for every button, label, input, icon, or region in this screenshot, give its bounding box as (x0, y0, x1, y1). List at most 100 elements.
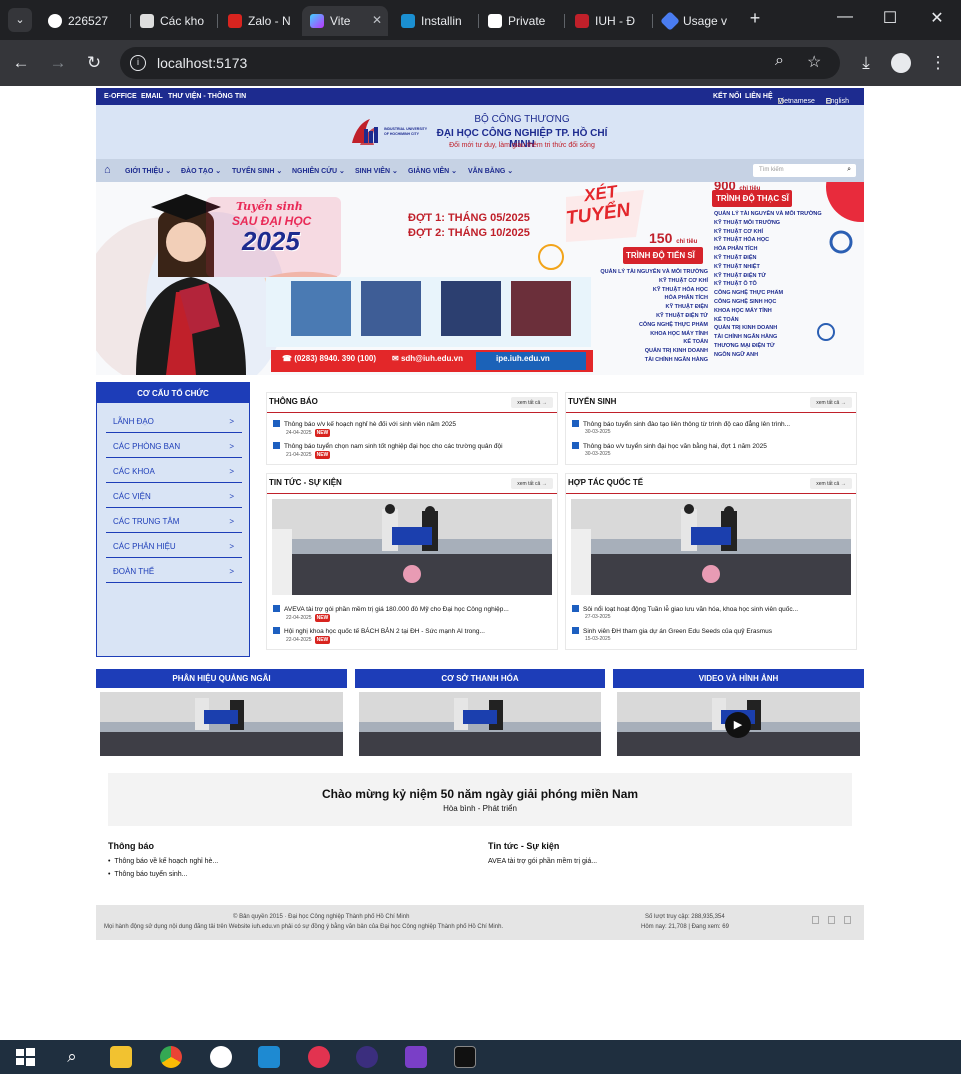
browser-tab[interactable]: Installin (393, 6, 473, 36)
browser-tab[interactable]: Các kho (132, 6, 212, 36)
terminal-icon[interactable] (454, 1046, 476, 1068)
news-item[interactable]: Thông báo v/v kế hoạch nghỉ hè đối với s… (273, 420, 553, 428)
banner-major-item: CÔNG NGHỆ THỰC PHẨM (714, 290, 784, 297)
eclipse-icon[interactable] (356, 1046, 378, 1068)
campus-photo[interactable] (359, 692, 601, 756)
nav-nghien-cuu[interactable]: NGHIÊN CỨU ⌄ (292, 167, 345, 175)
banner-major-item: NGÔN NGỮ ANH (714, 351, 759, 358)
iuh-icon (575, 14, 589, 28)
windows-start-icon[interactable] (14, 1046, 36, 1068)
nav-dao-tao[interactable]: ĐÀO TẠO ⌄ (181, 167, 221, 175)
banner-major-item: KỸ THUẬT ĐIỆN (714, 254, 757, 261)
back-icon[interactable]: ← (10, 52, 32, 74)
minimize-icon[interactable]: — (830, 8, 860, 26)
nav-gioi-thieu[interactable]: GIỚI THIỆU ⌄ (125, 167, 171, 175)
news-item[interactable]: Hội nghị khoa học quốc tế BÁCH BẢN 2 tại… (273, 627, 553, 635)
chrome-icon[interactable] (160, 1046, 182, 1068)
play-button-icon[interactable]: ▶ (725, 712, 751, 738)
link-email[interactable]: EMAIL (141, 93, 163, 100)
forward-icon[interactable]: → (47, 52, 69, 74)
news-item[interactable]: Thông báo tuyển sinh đào tạo liên thông … (572, 420, 852, 428)
section-co-so-thanh-hoa[interactable]: CƠ SỞ THANH HÓA (355, 669, 605, 688)
sidebar-item-doan-the[interactable]: ĐOÀN THỂ > (106, 559, 242, 583)
zoom-icon[interactable]: ⌕ (775, 52, 784, 70)
news-item[interactable]: Thông báo tuyển chọn nam sinh tốt nghiệp… (273, 442, 553, 450)
square-bullet-icon (572, 627, 579, 634)
social-icon[interactable] (828, 916, 835, 924)
nav-giang-vien[interactable]: GIẢNG VIÊN ⌄ (408, 167, 457, 175)
footer-news-link[interactable]: AVEA tài trợ gói phần mềm trị giá... (488, 858, 597, 865)
browser-tab[interactable]: Zalo - N (220, 6, 300, 36)
view-all-button[interactable]: xem tất cả → (810, 478, 852, 489)
link-eoffice[interactable]: E-OFFICE (104, 93, 137, 100)
news-item[interactable]: Sôi nổi loạt hoạt động Tuần lễ giao lưu … (572, 605, 852, 613)
view-all-button[interactable]: xem tất cả → (511, 478, 553, 489)
close-window-icon[interactable]: ✕ (922, 8, 952, 28)
reload-icon[interactable]: ↻ (83, 52, 105, 74)
sidebar-item-phong-ban[interactable]: CÁC PHÒNG BAN > (106, 434, 242, 458)
banner-major-item: KỸ THUẬT ĐIỆN (665, 304, 708, 311)
browser-tab[interactable]: 226527 (40, 6, 120, 36)
zalo-icon (228, 14, 242, 28)
banner-major-item: HÓA PHÂN TÍCH (714, 246, 758, 253)
news-item[interactable]: Sinh viên ĐH tham gia dự án Green Edu Se… (572, 627, 852, 635)
home-icon[interactable]: ⌂ (104, 164, 111, 176)
sidebar-item-vien[interactable]: CÁC VIỆN > (106, 484, 242, 508)
nav-sinh-vien[interactable]: SINH VIÊN ⌄ (355, 167, 398, 175)
banner-major-item: QUẢN TRỊ KINH DOANH (714, 325, 778, 332)
nav-van-bang[interactable]: VĂN BẰNG ⌄ (468, 167, 513, 175)
section-phan-hieu-quang-ngai[interactable]: PHÂN HIỆU QUẢNG NGÃI (96, 669, 347, 688)
social-icon[interactable] (812, 916, 819, 924)
footer-notice-link[interactable]: • Thông báo về kế hoạch nghỉ hè... (108, 858, 218, 865)
browser-tab[interactable]: IUH - Đ (567, 6, 647, 36)
sidebar-item-khoa[interactable]: CÁC KHOA > (106, 459, 242, 483)
banner-major-item: KHOA HỌC MÁY TÍNH (650, 330, 708, 337)
section-video-hinh-anh[interactable]: VIDEO VÀ HÌNH ẢNH (613, 669, 864, 688)
menu-kebab-icon[interactable]: ⋮ (927, 52, 949, 74)
social-icon[interactable] (844, 916, 851, 924)
address-bar[interactable]: i localhost:5173 ⌕ ☆ (120, 47, 840, 79)
link-contact[interactable]: LIÊN HỆ (745, 93, 773, 100)
file-explorer-icon[interactable] (110, 1046, 132, 1068)
iuh-logo[interactable]: INDUSTRIAL UNIVERSITY OF HOCHIMINH CITY (350, 117, 428, 149)
news-item[interactable]: Thông báo v/v tuyển sinh đại học văn bằn… (572, 442, 852, 450)
new-tab-icon[interactable]: + (740, 8, 770, 29)
hero-banner[interactable]: Tuyển sinh SAU ĐẠI HỌC 2025 ĐỢT 1: THÁNG… (96, 182, 864, 375)
profile-avatar[interactable] (891, 53, 911, 73)
banner-major-item: KỸ THUẬT ĐIỆN TỬ (656, 312, 708, 319)
footer-notice-link[interactable]: • Thông báo tuyển sinh... (108, 871, 188, 878)
visual-studio-icon[interactable] (405, 1046, 427, 1068)
view-all-button[interactable]: xem tất cả → (810, 397, 852, 408)
section-title: TUYỂN SINH (568, 397, 617, 406)
tab-search-button[interactable]: ⌄ (8, 8, 32, 32)
site-info-icon[interactable]: i (130, 55, 146, 71)
video-thumbnail[interactable]: ▶ (617, 692, 860, 756)
maximize-icon[interactable]: ☐ (875, 8, 905, 28)
banner-major-item: TÀI CHÍNH NGÂN HÀNG (714, 334, 778, 341)
header-ministry: BỘ CÔNG THƯƠNG (474, 114, 570, 125)
taskbar-search-icon[interactable]: ⌕ (61, 1046, 83, 1068)
news-photo[interactable] (571, 499, 851, 595)
browser-tab[interactable]: Private (480, 6, 560, 36)
browser-tab[interactable]: Usage v (655, 6, 735, 36)
link-library[interactable]: THƯ VIỆN - THÔNG TIN (168, 93, 246, 100)
banner-year: 2025 (242, 226, 300, 256)
news-item[interactable]: AVEVA tài trợ gói phần mềm trị giá 180.0… (273, 605, 553, 613)
close-tab-icon[interactable]: ✕ (372, 13, 382, 27)
site-search-input[interactable]: Tìm kiếm ⌕ (753, 164, 856, 177)
link-connect[interactable]: KẾT NỐI (713, 93, 741, 100)
campus-photo[interactable] (100, 692, 343, 756)
vscode-icon[interactable] (258, 1046, 280, 1068)
sidebar-item-lanh-dao[interactable]: LÃNH ĐẠO > (106, 409, 242, 433)
sidebar-item-trung-tam[interactable]: CÁC TRUNG TÂM > (106, 509, 242, 533)
download-icon[interactable]: ⤓ (855, 52, 877, 74)
view-all-button[interactable]: xem tất cả → (511, 397, 553, 408)
news-photo[interactable] (272, 499, 552, 595)
nav-tuyen-sinh[interactable]: TUYỂN SINH ⌄ (232, 167, 282, 175)
sidebar-item-phan-hieu[interactable]: CÁC PHÂN HIỆU > (106, 534, 242, 558)
app-icon[interactable] (308, 1046, 330, 1068)
browser-tab-active[interactable]: Vite ✕ (302, 6, 388, 36)
bookmark-star-icon[interactable]: ☆ (807, 52, 821, 72)
search-icon[interactable]: ⌕ (847, 166, 851, 174)
app-icon[interactable] (210, 1046, 232, 1068)
